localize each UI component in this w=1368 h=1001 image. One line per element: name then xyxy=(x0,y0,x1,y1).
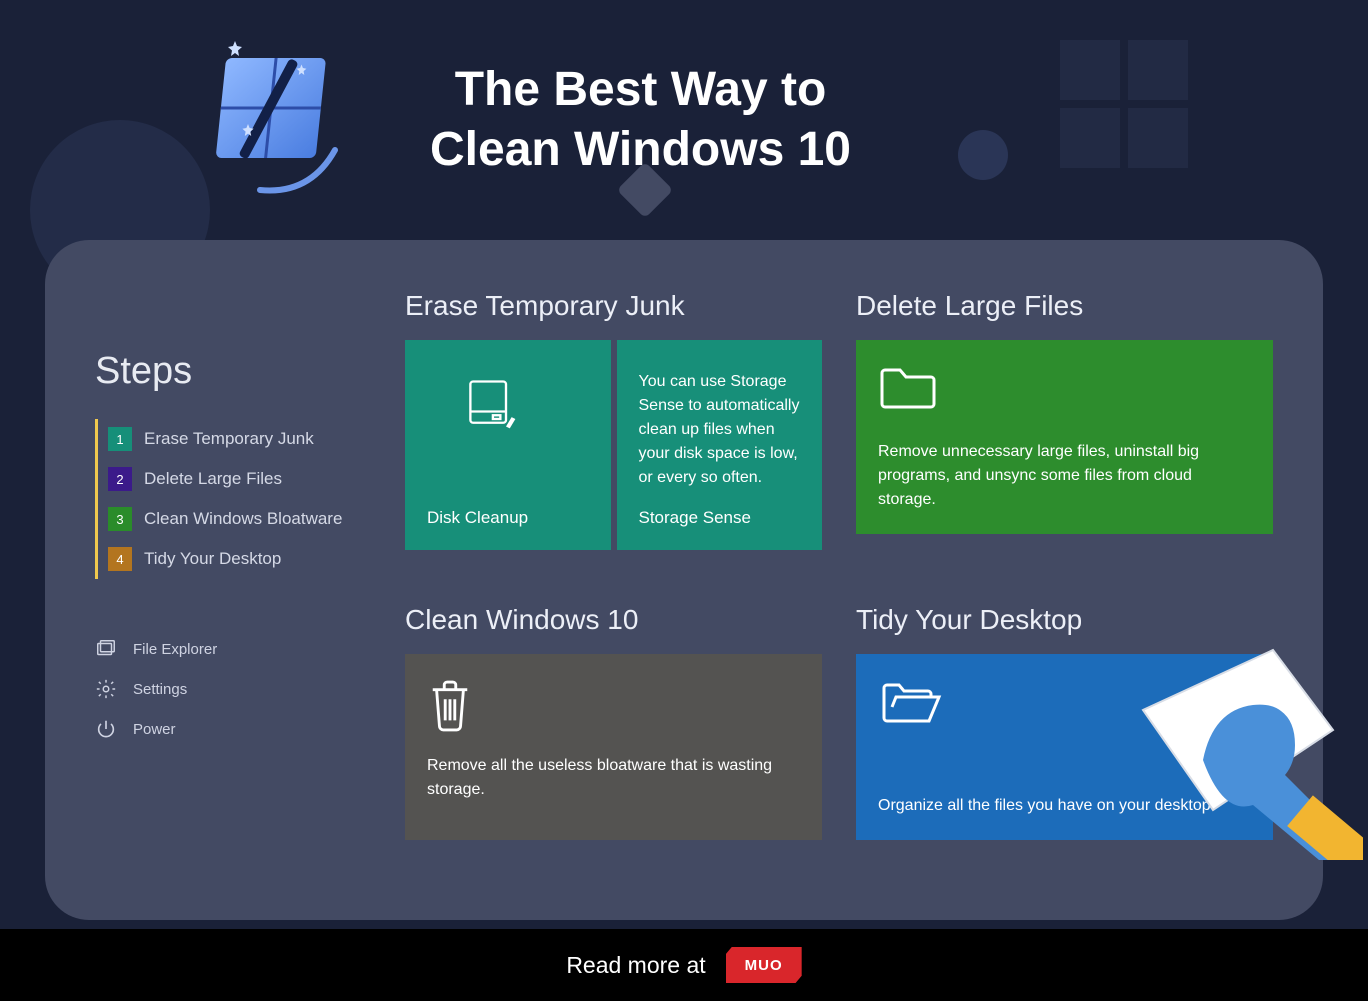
trash-icon xyxy=(427,678,800,738)
card-clean-bloatware[interactable]: Remove all the useless bloatware that is… xyxy=(405,654,822,840)
page-title: The Best Way to Clean Windows 10 xyxy=(430,60,851,180)
main-panel: Steps 1 Erase Temporary Junk 2 Delete La… xyxy=(45,240,1323,920)
card-title: Tidy Your Desktop xyxy=(856,604,1273,636)
footer: Read more at MUO xyxy=(0,929,1368,1001)
folder-icon xyxy=(878,364,1251,424)
steps-heading: Steps xyxy=(95,350,375,393)
menu-item-power[interactable]: Power xyxy=(95,709,375,749)
step-number-badge: 2 xyxy=(108,467,132,491)
card-group-tidy: Tidy Your Desktop Organize all the files… xyxy=(856,604,1273,860)
card-disk-cleanup[interactable]: Disk Cleanup xyxy=(405,340,611,550)
card-label: Storage Sense xyxy=(639,490,801,528)
card-tidy-desktop[interactable]: Organize all the files you have on your … xyxy=(856,654,1273,840)
card-group-erase: Erase Temporary Junk Disk Cleanup You ca… xyxy=(405,290,822,570)
card-desc: Remove all the useless bloatware that is… xyxy=(427,754,800,802)
sidebar: Steps 1 Erase Temporary Junk 2 Delete La… xyxy=(95,290,375,860)
menu-item-file-explorer[interactable]: File Explorer xyxy=(95,629,375,669)
step-label: Clean Windows Bloatware xyxy=(144,509,342,529)
muo-logo[interactable]: MUO xyxy=(726,947,802,983)
menu-list: File Explorer Settings Power xyxy=(95,629,375,749)
steps-list: 1 Erase Temporary Junk 2 Delete Large Fi… xyxy=(95,419,375,579)
card-title: Delete Large Files xyxy=(856,290,1273,322)
card-group-delete: Delete Large Files Remove unnecessary la… xyxy=(856,290,1273,570)
card-label: Disk Cleanup xyxy=(427,490,528,528)
menu-item-settings[interactable]: Settings xyxy=(95,669,375,709)
open-folder-icon xyxy=(878,678,1251,738)
step-item-clean[interactable]: 3 Clean Windows Bloatware xyxy=(108,499,375,539)
card-storage-sense[interactable]: You can use Storage Sense to automatical… xyxy=(617,340,823,550)
step-number-badge: 4 xyxy=(108,547,132,571)
disk-cleanup-icon xyxy=(461,374,521,434)
clean-window-icon xyxy=(200,40,360,200)
step-number-badge: 3 xyxy=(108,507,132,531)
muo-logo-text: MUO xyxy=(745,957,783,974)
step-label: Tidy Your Desktop xyxy=(144,549,281,569)
step-number-badge: 1 xyxy=(108,427,132,451)
card-desc: You can use Storage Sense to automatical… xyxy=(639,370,801,490)
card-title: Erase Temporary Junk xyxy=(405,290,822,322)
card-desc: Remove unnecessary large files, uninstal… xyxy=(878,440,1251,512)
step-label: Erase Temporary Junk xyxy=(144,429,314,449)
card-delete-large-files[interactable]: Remove unnecessary large files, uninstal… xyxy=(856,340,1273,534)
footer-text: Read more at xyxy=(566,952,705,979)
menu-label: Power xyxy=(133,721,176,738)
header: The Best Way to Clean Windows 10 xyxy=(0,0,1368,200)
card-title: Clean Windows 10 xyxy=(405,604,822,636)
step-item-tidy[interactable]: 4 Tidy Your Desktop xyxy=(108,539,375,579)
step-label: Delete Large Files xyxy=(144,469,282,489)
card-group-clean: Clean Windows 10 Remove all the useless … xyxy=(405,604,822,860)
power-icon xyxy=(95,718,117,740)
gear-icon xyxy=(95,678,117,700)
menu-label: Settings xyxy=(133,681,187,698)
menu-label: File Explorer xyxy=(133,641,217,658)
title-line-1: The Best Way to xyxy=(455,63,827,116)
step-item-erase[interactable]: 1 Erase Temporary Junk xyxy=(108,419,375,459)
file-explorer-icon xyxy=(95,638,117,660)
cards-grid: Erase Temporary Junk Disk Cleanup You ca… xyxy=(405,290,1273,860)
card-desc: Organize all the files you have on your … xyxy=(878,794,1251,818)
step-item-delete[interactable]: 2 Delete Large Files xyxy=(108,459,375,499)
